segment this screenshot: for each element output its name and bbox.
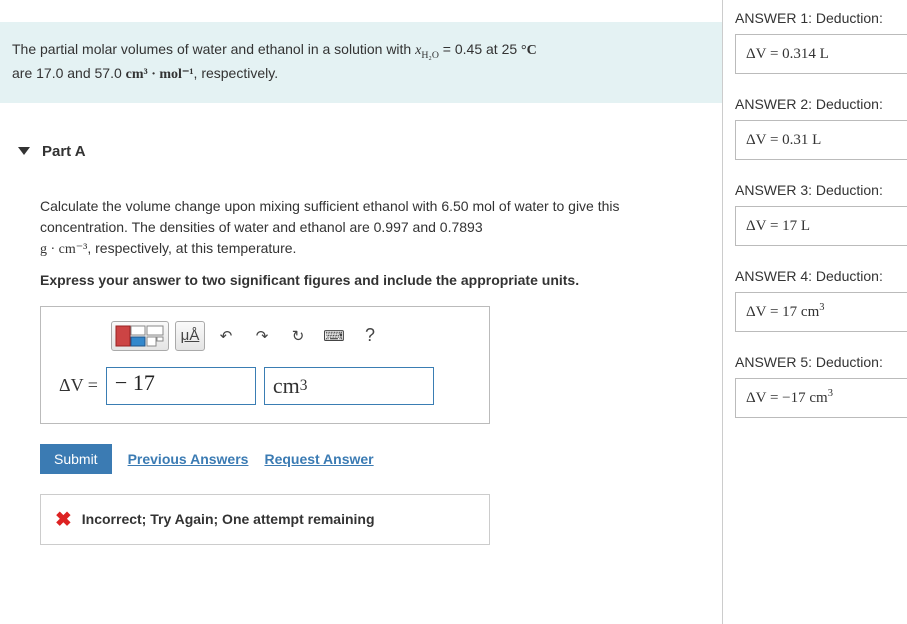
instruction-text: Express your answer to two significant f…: [40, 272, 682, 288]
answer-lhs: ΔV =: [746, 46, 782, 62]
text: The partial molar volumes of water and e…: [12, 41, 415, 57]
sub-h2o: H₂O: [421, 50, 439, 61]
answers-sidebar: ANSWER 1: Deduction: ΔV = 0.314 L ANSWER 2…: [722, 0, 907, 624]
unit-input[interactable]: cm3: [264, 367, 434, 405]
answer-value: 0.314 L: [782, 46, 829, 62]
templates-icon: [115, 324, 165, 348]
answer-sup: 3: [819, 302, 824, 313]
answer-block: ANSWER 5: Deduction: ΔV = −17 cm3: [735, 354, 907, 418]
answer-label: ANSWER 2: Deduction:: [735, 96, 907, 112]
question-text: Calculate the volume change upon mixing …: [40, 196, 682, 260]
answer-block: ANSWER 4: Deduction: ΔV = 17 cm3: [735, 268, 907, 332]
answer-block: ANSWER 1: Deduction: ΔV = 0.314 L: [735, 10, 907, 74]
answer-lhs: ΔV =: [746, 218, 782, 234]
equation-toolbar: μÅ ↶ ↷ ↻ ⌨ ?: [111, 321, 475, 351]
feedback-box: ✖ Incorrect; Try Again; One attempt rema…: [40, 494, 490, 545]
answer-value: 0.31 L: [782, 132, 821, 148]
part-label: Part A: [42, 143, 86, 160]
text: are 17.0 and 57.0: [12, 65, 126, 81]
chevron-down-icon: [18, 147, 30, 155]
greek-units-button[interactable]: μÅ: [175, 321, 205, 351]
density-unit: g · cm⁻³: [40, 242, 87, 257]
previous-answers-link[interactable]: Previous Answers: [128, 451, 249, 467]
answer-option[interactable]: ΔV = 17 L: [735, 206, 907, 246]
answer-label: ANSWER 3: Deduction:: [735, 182, 907, 198]
answer-label: ANSWER 5: Deduction:: [735, 354, 907, 370]
answer-lhs: ΔV =: [746, 304, 782, 320]
problem-statement: The partial molar volumes of water and e…: [0, 22, 722, 103]
ua-label: μÅ: [181, 327, 200, 344]
templates-button[interactable]: [111, 321, 169, 351]
answer-label: ANSWER 4: Deduction:: [735, 268, 907, 284]
help-button[interactable]: ?: [355, 321, 385, 351]
feedback-text: Incorrect; Try Again; One attempt remain…: [82, 511, 375, 527]
text: = 0.45 at 25: [439, 41, 521, 57]
answer-label: ANSWER 1: Deduction:: [735, 10, 907, 26]
submit-button[interactable]: Submit: [40, 444, 112, 474]
answer-block: ANSWER 3: Deduction: ΔV = 17 L: [735, 182, 907, 246]
text: , respectively.: [194, 65, 279, 81]
answer-option[interactable]: ΔV = 17 cm3: [735, 292, 907, 332]
answer-lhs: ΔV =: [746, 390, 782, 406]
text: Calculate the volume change upon mixing …: [40, 198, 620, 235]
part-a-header[interactable]: Part A: [0, 133, 722, 170]
request-answer-link[interactable]: Request Answer: [264, 451, 373, 467]
unit-cm3mol: cm³ · mol⁻¹: [126, 67, 194, 82]
text: , respectively, at this temperature.: [87, 240, 296, 256]
undo-button[interactable]: ↶: [211, 321, 241, 351]
answer-option[interactable]: ΔV = 0.31 L: [735, 120, 907, 160]
answer-value: 17 L: [782, 218, 810, 234]
deg-c: °C: [521, 43, 537, 58]
reset-button[interactable]: ↻: [283, 321, 313, 351]
answer-input-box: μÅ ↶ ↷ ↻ ⌨ ? ΔV = − 17 cm3: [40, 306, 490, 424]
answer-value: 17 cm: [782, 304, 819, 320]
answer-value: −17 cm: [782, 390, 828, 406]
answer-lhs: ΔV =: [746, 132, 782, 148]
unit-text: cm: [273, 373, 300, 399]
redo-button[interactable]: ↷: [247, 321, 277, 351]
value-input[interactable]: − 17: [106, 367, 256, 405]
delta-v-label: ΔV =: [55, 375, 98, 396]
incorrect-icon: ✖: [55, 507, 72, 532]
answer-sup: 3: [828, 388, 833, 399]
answer-block: ANSWER 2: Deduction: ΔV = 0.31 L: [735, 96, 907, 160]
answer-option[interactable]: ΔV = −17 cm3: [735, 378, 907, 418]
answer-option[interactable]: ΔV = 0.314 L: [735, 34, 907, 74]
keyboard-button[interactable]: ⌨: [319, 321, 349, 351]
